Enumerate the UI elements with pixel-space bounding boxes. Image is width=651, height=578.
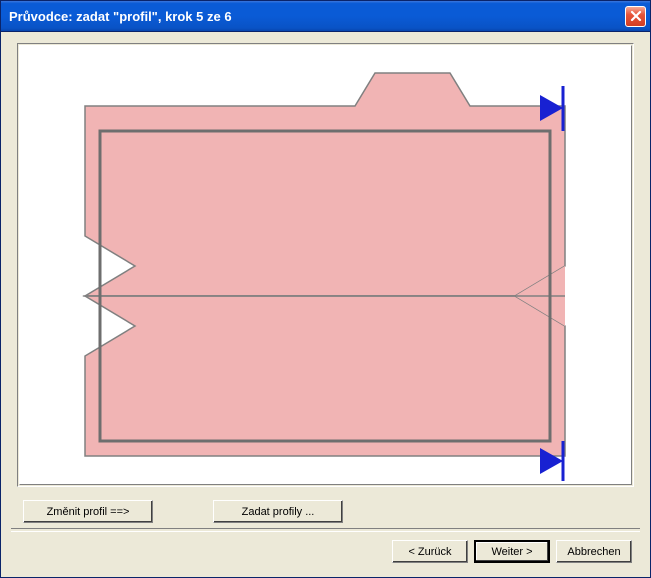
cancel-button[interactable]: Abbrechen	[556, 540, 632, 563]
preview-frame	[17, 43, 634, 487]
profile-preview	[20, 46, 631, 484]
separator-line	[11, 528, 640, 532]
profile-shape-bottom	[85, 296, 565, 456]
window-title: Průvodce: zadat "profil", krok 5 ze 6	[9, 9, 232, 24]
title-bar: Průvodce: zadat "profil", krok 5 ze 6	[1, 1, 650, 32]
preview-inner	[19, 45, 632, 485]
mid-button-row: Změnit profil ==> Zadat profily ...	[23, 500, 343, 523]
enter-profiles-button[interactable]: Zadat profily ...	[213, 500, 343, 523]
change-profile-button[interactable]: Změnit profil ==>	[23, 500, 153, 523]
wizard-window: Průvodce: zadat "profil", krok 5 ze 6	[0, 0, 651, 578]
close-button[interactable]	[625, 6, 646, 27]
back-button[interactable]: < Zurück	[392, 540, 468, 563]
profile-shape-top	[85, 73, 565, 296]
bottom-button-row: < Zurück Weiter > Abbrechen	[392, 540, 632, 563]
close-icon	[630, 10, 642, 22]
next-button[interactable]: Weiter >	[474, 540, 550, 563]
